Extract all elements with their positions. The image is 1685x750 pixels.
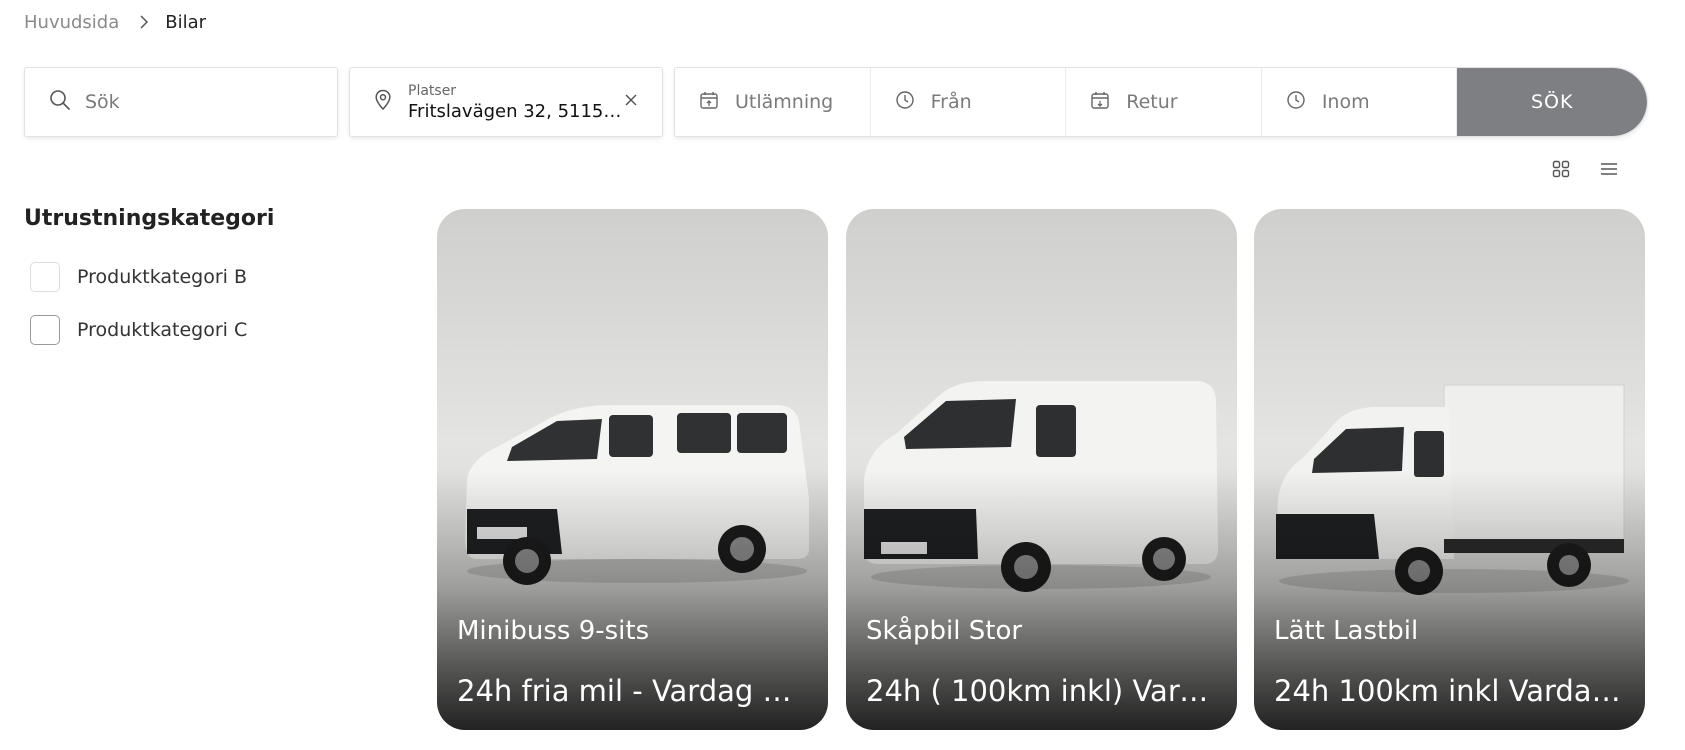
return-time-label: Inom — [1321, 91, 1370, 113]
card-title: Lätt Lastbil — [1274, 616, 1419, 646]
card-title: Minibuss 9-sits — [457, 616, 650, 646]
product-card[interactable]: Lätt Lastbil 24h 100km inkl Vardag 1295 … — [1254, 209, 1645, 730]
filter-sidebar: Utrustningskategori Produktkategori B Pr… — [24, 206, 384, 367]
filter-title: Utrustningskategori — [24, 206, 275, 231]
grid-view-icon[interactable] — [1552, 160, 1570, 178]
map-pin-icon — [374, 89, 392, 115]
pickup-date-field[interactable]: Utlämning — [675, 68, 871, 136]
product-card[interactable]: Skåpbil Stor 24h ( 100km inkl) Vardag: 1… — [846, 209, 1237, 730]
card-price: 24h ( 100km inkl) Vardag: 1295 kr — [866, 674, 1217, 708]
return-date-label: Retur — [1126, 91, 1178, 113]
return-date-field[interactable]: Retur — [1066, 68, 1262, 136]
location-value: Fritslavägen 32, 51154 Kinna — [408, 100, 628, 122]
filter-item-category-b[interactable]: Produktkategori B — [30, 261, 384, 293]
return-time-field[interactable]: Inom — [1262, 68, 1458, 136]
card-price: 24h 100km inkl Vardag 1295 kr — [1274, 674, 1625, 708]
breadcrumb-home-link[interactable]: Huvudsida — [24, 12, 119, 33]
filter-checkbox[interactable] — [30, 262, 60, 292]
calendar-upload-icon — [699, 90, 719, 114]
breadcrumb-current: Bilar — [165, 11, 207, 33]
view-toggles — [1552, 160, 1618, 178]
clock-icon — [895, 90, 915, 114]
filter-checkbox[interactable] — [30, 315, 60, 345]
filter-item-category-c[interactable]: Produktkategori C — [30, 314, 384, 346]
location-label: Platser — [408, 82, 457, 99]
card-title: Skåpbil Stor — [866, 616, 1023, 646]
location-text: Platser Fritslavägen 32, 51154 Kinna — [408, 83, 628, 122]
filter-label: Produktkategori B — [77, 266, 247, 288]
calendar-download-icon — [1090, 90, 1110, 114]
filter-label: Produktkategori C — [77, 319, 248, 341]
clock-icon — [1286, 90, 1306, 114]
search-icon — [49, 89, 71, 115]
close-icon[interactable] — [622, 91, 640, 109]
search-field — [24, 67, 338, 137]
card-price: 24h fria mil - Vardag 1795 kr — [457, 674, 808, 708]
breadcrumb: Huvudsida Bilar — [24, 10, 206, 34]
date-time-bar: Utlämning Från Retur Inom SÖK — [674, 67, 1648, 137]
pickup-date-label: Utlämning — [735, 91, 834, 113]
location-field[interactable]: Platser Fritslavägen 32, 51154 Kinna — [349, 67, 663, 137]
product-card[interactable]: Minibuss 9-sits 24h fria mil - Vardag 17… — [437, 209, 828, 730]
search-button[interactable]: SÖK — [1457, 68, 1647, 136]
list-view-icon[interactable] — [1600, 160, 1618, 178]
chevron-right-icon — [139, 14, 149, 30]
search-input[interactable] — [85, 91, 325, 113]
pickup-time-field[interactable]: Från — [871, 68, 1067, 136]
pickup-time-label: Från — [930, 91, 972, 113]
